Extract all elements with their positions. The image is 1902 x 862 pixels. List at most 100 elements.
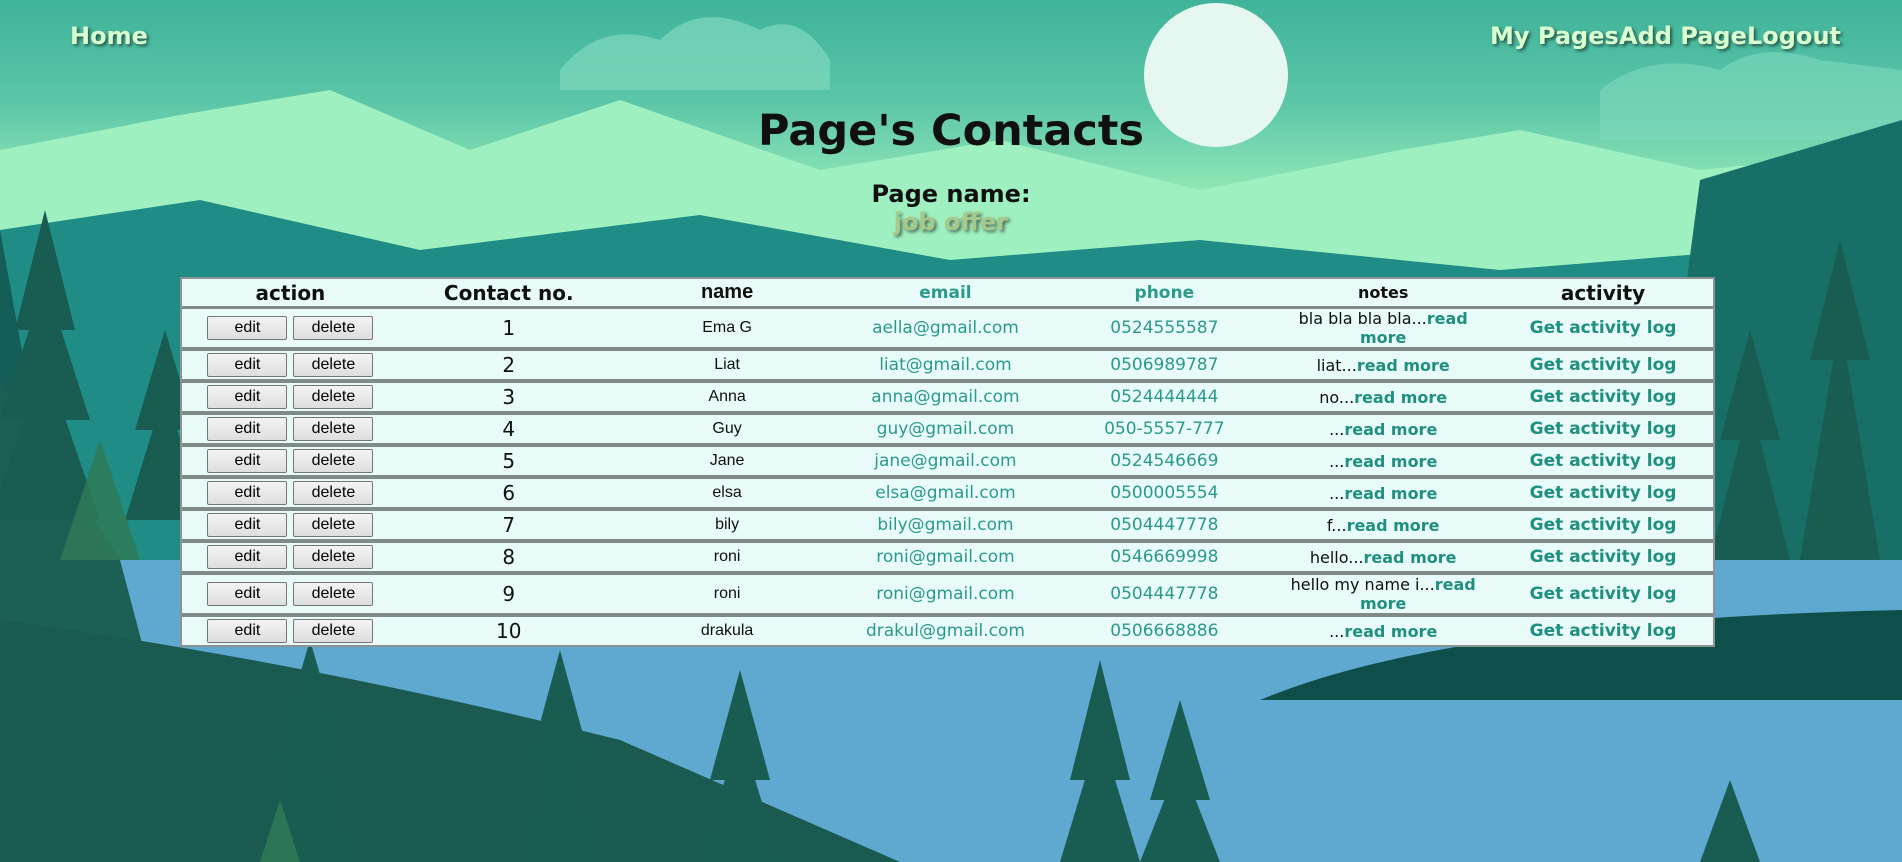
notes-cell: no...read more bbox=[1273, 383, 1494, 415]
contact-notes: no... bbox=[1319, 387, 1355, 407]
read-more-link[interactable]: read more bbox=[1364, 548, 1457, 567]
table-row: edit delete 10 drakula drakul@gmail.com 0… bbox=[182, 617, 1713, 645]
get-activity-log-link[interactable]: Get activity log bbox=[1530, 318, 1677, 338]
contact-name: Liat bbox=[618, 351, 836, 383]
action-cell: edit delete bbox=[182, 415, 399, 447]
get-activity-log-link[interactable]: Get activity log bbox=[1530, 584, 1677, 604]
contact-name: elsa bbox=[618, 479, 836, 511]
delete-button[interactable]: delete bbox=[293, 449, 374, 473]
contact-phone: 0546669998 bbox=[1055, 543, 1274, 575]
contact-email: guy@gmail.com bbox=[835, 415, 1056, 447]
get-activity-log-link[interactable]: Get activity log bbox=[1530, 419, 1677, 439]
action-cell: edit delete bbox=[182, 309, 399, 351]
contact-number: 5 bbox=[398, 447, 619, 479]
notes-cell: hello...read more bbox=[1273, 543, 1494, 575]
contact-name: drakula bbox=[618, 617, 836, 645]
notes-cell: hello my name i...read more bbox=[1273, 575, 1494, 617]
action-cell: edit delete bbox=[182, 479, 399, 511]
edit-button[interactable]: edit bbox=[207, 353, 288, 377]
page-name-label: Page name: bbox=[871, 180, 1031, 208]
contact-number: 2 bbox=[398, 351, 619, 383]
read-more-link[interactable]: read more bbox=[1344, 420, 1437, 439]
edit-button[interactable]: edit bbox=[207, 316, 288, 340]
contact-phone: 0524444444 bbox=[1055, 383, 1274, 415]
delete-button[interactable]: delete bbox=[293, 545, 374, 569]
contact-email: bily@gmail.com bbox=[835, 511, 1056, 543]
activity-cell: Get activity log bbox=[1493, 575, 1713, 617]
activity-cell: Get activity log bbox=[1493, 309, 1713, 351]
activity-cell: Get activity log bbox=[1493, 479, 1713, 511]
table-header-row: action Contact no. name email phone note… bbox=[182, 279, 1713, 309]
contacts-table-body: edit delete 1 Ema G aella@gmail.com 05245… bbox=[182, 309, 1713, 645]
edit-button[interactable]: edit bbox=[207, 513, 288, 537]
delete-button[interactable]: delete bbox=[293, 417, 374, 441]
contact-notes: ... bbox=[1329, 483, 1345, 503]
get-activity-log-link[interactable]: Get activity log bbox=[1530, 483, 1677, 503]
delete-button[interactable]: delete bbox=[293, 353, 374, 377]
read-more-link[interactable]: read more bbox=[1347, 516, 1440, 535]
get-activity-log-link[interactable]: Get activity log bbox=[1530, 515, 1677, 535]
contact-name: Anna bbox=[618, 383, 836, 415]
nav-my-pages-link[interactable]: My Pages bbox=[1490, 22, 1619, 50]
table-row: edit delete 5 Jane jane@gmail.com 0524546… bbox=[182, 447, 1713, 479]
header-phone: phone bbox=[1055, 279, 1274, 309]
edit-button[interactable]: edit bbox=[207, 545, 288, 569]
contact-number: 1 bbox=[398, 309, 619, 351]
contact-number: 8 bbox=[398, 543, 619, 575]
edit-button[interactable]: edit bbox=[207, 582, 288, 606]
delete-button[interactable]: delete bbox=[293, 385, 374, 409]
activity-cell: Get activity log bbox=[1493, 511, 1713, 543]
contact-email: anna@gmail.com bbox=[835, 383, 1056, 415]
table-row: edit delete 2 Liat liat@gmail.com 0506989… bbox=[182, 351, 1713, 383]
edit-button[interactable]: edit bbox=[207, 449, 288, 473]
get-activity-log-link[interactable]: Get activity log bbox=[1530, 387, 1677, 407]
table-row: edit delete 3 Anna anna@gmail.com 0524444… bbox=[182, 383, 1713, 415]
table-row: edit delete 8 roni roni@gmail.com 0546669… bbox=[182, 543, 1713, 575]
nav-logout-link[interactable]: Logout bbox=[1747, 22, 1841, 50]
get-activity-log-link[interactable]: Get activity log bbox=[1530, 621, 1677, 641]
action-cell: edit delete bbox=[182, 575, 399, 617]
nav-home-link[interactable]: Home bbox=[70, 22, 148, 50]
table-row: edit delete 1 Ema G aella@gmail.com 05245… bbox=[182, 309, 1713, 351]
contact-email: elsa@gmail.com bbox=[835, 479, 1056, 511]
get-activity-log-link[interactable]: Get activity log bbox=[1530, 547, 1677, 567]
contact-number: 3 bbox=[398, 383, 619, 415]
contact-phone: 0504447778 bbox=[1055, 511, 1274, 543]
table-row: edit delete 6 elsa elsa@gmail.com 0500005… bbox=[182, 479, 1713, 511]
activity-cell: Get activity log bbox=[1493, 447, 1713, 479]
contact-phone: 0524546669 bbox=[1055, 447, 1274, 479]
action-cell: edit delete bbox=[182, 511, 399, 543]
read-more-link[interactable]: read more bbox=[1344, 622, 1437, 641]
delete-button[interactable]: delete bbox=[293, 582, 374, 606]
contact-phone: 0506989787 bbox=[1055, 351, 1274, 383]
edit-button[interactable]: edit bbox=[207, 619, 288, 643]
contact-email: liat@gmail.com bbox=[835, 351, 1056, 383]
top-navigation: Home My Pages Add Page Logout bbox=[0, 22, 1902, 62]
read-more-link[interactable]: read more bbox=[1344, 484, 1437, 503]
delete-button[interactable]: delete bbox=[293, 619, 374, 643]
table-row: edit delete 7 bily bily@gmail.com 0504447… bbox=[182, 511, 1713, 543]
read-more-link[interactable]: read more bbox=[1357, 356, 1450, 375]
read-more-link[interactable]: read more bbox=[1344, 452, 1437, 471]
contact-name: roni bbox=[618, 543, 836, 575]
activity-cell: Get activity log bbox=[1493, 383, 1713, 415]
header-activity: activity bbox=[1493, 279, 1713, 309]
contact-notes: ... bbox=[1329, 419, 1345, 439]
get-activity-log-link[interactable]: Get activity log bbox=[1530, 451, 1677, 471]
edit-button[interactable]: edit bbox=[207, 481, 288, 505]
edit-button[interactable]: edit bbox=[207, 385, 288, 409]
notes-cell: ...read more bbox=[1273, 479, 1494, 511]
get-activity-log-link[interactable]: Get activity log bbox=[1530, 355, 1677, 375]
contact-name: Jane bbox=[618, 447, 836, 479]
nav-add-page-link[interactable]: Add Page bbox=[1619, 22, 1747, 50]
edit-button[interactable]: edit bbox=[207, 417, 288, 441]
delete-button[interactable]: delete bbox=[293, 316, 374, 340]
delete-button[interactable]: delete bbox=[293, 513, 374, 537]
header-notes: notes bbox=[1273, 279, 1494, 309]
read-more-link[interactable]: read more bbox=[1354, 388, 1447, 407]
contact-phone: 050-5557-777 bbox=[1055, 415, 1274, 447]
delete-button[interactable]: delete bbox=[293, 481, 374, 505]
contact-notes: f... bbox=[1326, 515, 1347, 535]
activity-cell: Get activity log bbox=[1493, 543, 1713, 575]
notes-cell: ...read more bbox=[1273, 447, 1494, 479]
